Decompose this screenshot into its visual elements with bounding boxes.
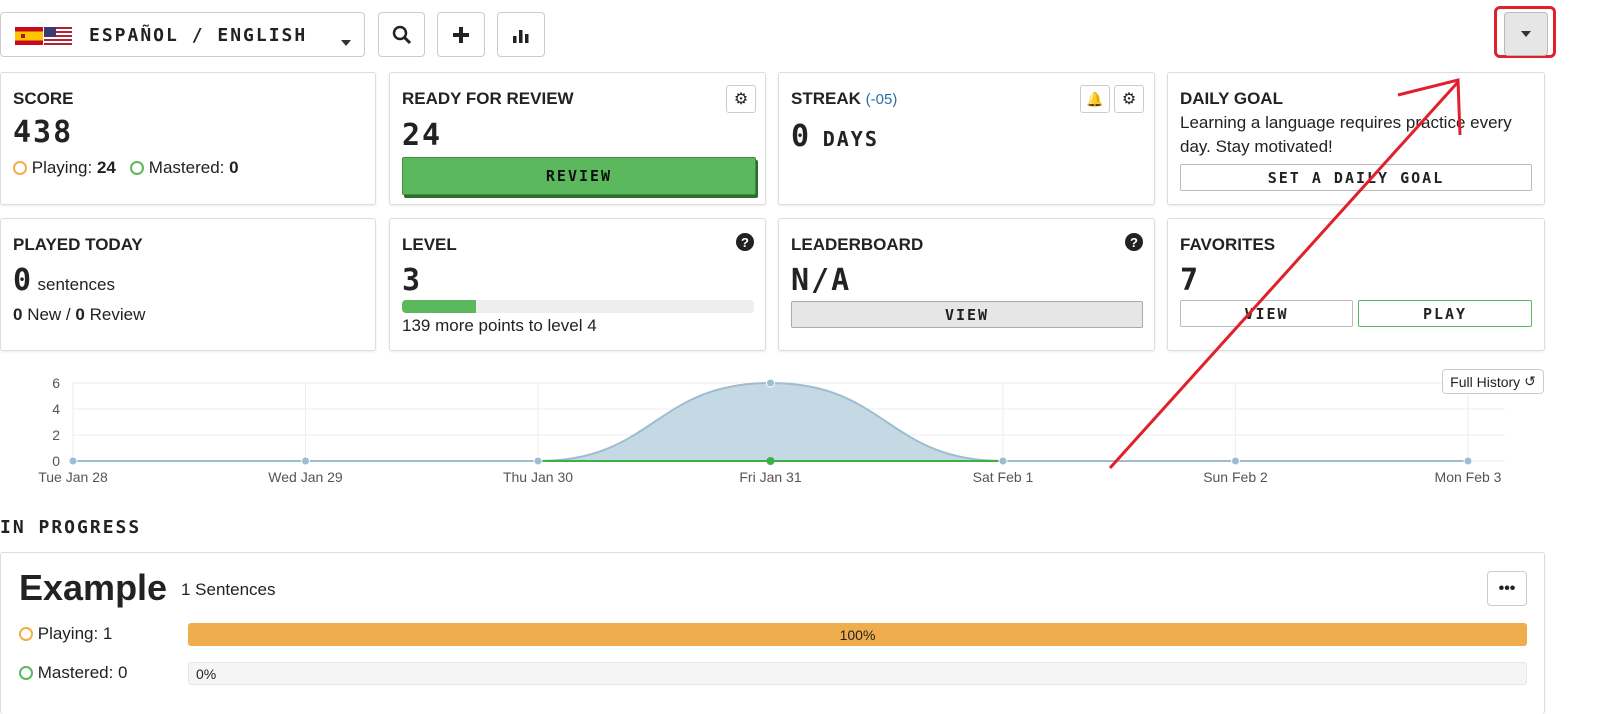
annotation-arrow: [1108, 78, 1462, 470]
